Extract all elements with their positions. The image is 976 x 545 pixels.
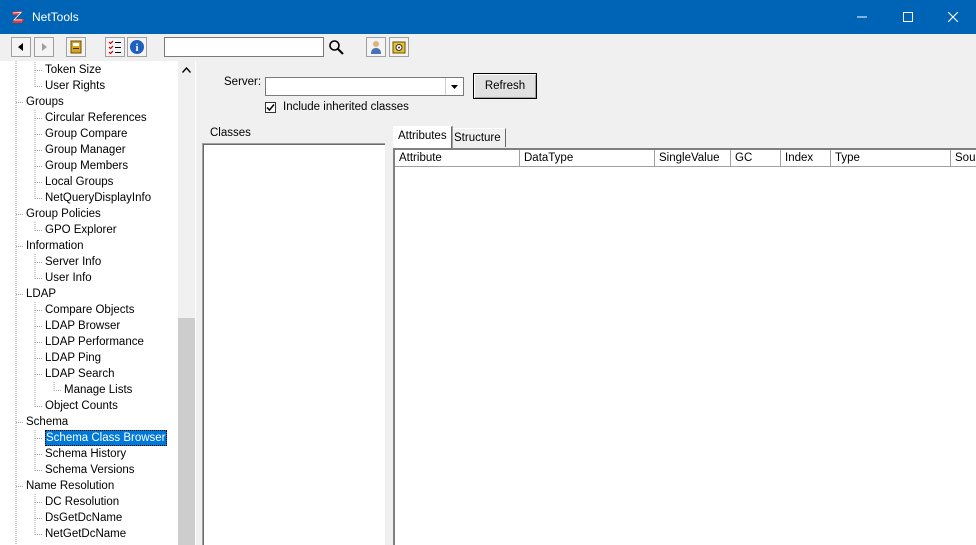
- tab-attributes-label: Attributes: [398, 130, 447, 142]
- info-icon: i: [129, 39, 145, 55]
- info-button[interactable]: i: [127, 37, 147, 57]
- tab-structure[interactable]: Structure: [449, 128, 506, 147]
- tree-item[interactable]: Group Policies: [26, 206, 101, 222]
- forward-button[interactable]: [34, 37, 54, 57]
- maximize-button[interactable]: [885, 0, 931, 34]
- svg-text:i: i: [135, 42, 138, 54]
- search-button[interactable]: [326, 37, 346, 57]
- tree-item[interactable]: Circular References: [45, 110, 147, 126]
- checkmark-icon: [266, 103, 275, 112]
- tree-item[interactable]: User Rights: [45, 78, 105, 94]
- book-button[interactable]: [66, 37, 86, 57]
- column-header-attribute[interactable]: Attribute: [395, 150, 520, 167]
- tree-item[interactable]: DC Resolution: [45, 494, 119, 510]
- dropdown-arrow[interactable]: [445, 78, 463, 95]
- tree-item[interactable]: Object Counts: [45, 398, 118, 414]
- navigation-tree[interactable]: Token Size User Rights Groups Circular Refe…: [0, 61, 178, 545]
- back-button[interactable]: [11, 37, 31, 57]
- tree-item[interactable]: LDAP Ping: [45, 350, 101, 366]
- tree-item[interactable]: User Info: [45, 270, 92, 286]
- tree-item[interactable]: Compare Objects: [45, 302, 134, 318]
- tree-item[interactable]: Server Info: [45, 254, 101, 270]
- server-dropdown[interactable]: [265, 77, 464, 96]
- tree-item[interactable]: Local Groups: [45, 174, 113, 190]
- window-title: NetTools: [32, 10, 79, 24]
- column-header-source[interactable]: Sou: [951, 150, 976, 167]
- book-icon: [68, 39, 84, 55]
- include-inherited-checkbox[interactable]: [265, 102, 276, 113]
- refresh-button[interactable]: Refresh: [473, 73, 537, 99]
- scroll-up-button[interactable]: [178, 61, 195, 78]
- scrollbar-thumb[interactable]: [178, 318, 195, 545]
- tree-item[interactable]: Token Size: [45, 62, 101, 78]
- toolbar: i: [0, 34, 976, 60]
- tree-item[interactable]: NetGetDcName: [45, 526, 126, 542]
- search-icon: [328, 39, 344, 55]
- close-button[interactable]: [930, 0, 976, 34]
- refresh-button-label: Refresh: [485, 80, 525, 92]
- tree-item[interactable]: LDAP Performance: [45, 334, 144, 350]
- checklist-icon: [107, 39, 123, 55]
- tree-item[interactable]: Schema Class Browser: [45, 430, 167, 446]
- title-bar: NetTools: [0, 0, 976, 34]
- minimize-icon: [857, 12, 867, 22]
- tree-scrollbar[interactable]: [178, 61, 195, 545]
- attributes-grid[interactable]: Attribute DataType SingleValue GC Index …: [393, 148, 976, 545]
- classes-list[interactable]: [202, 143, 385, 545]
- forward-icon: [39, 42, 49, 52]
- column-header-type[interactable]: Type: [831, 150, 951, 167]
- back-icon: [16, 42, 26, 52]
- tree-item[interactable]: LDAP Search: [45, 366, 114, 382]
- tree-item[interactable]: GPO Explorer: [45, 222, 117, 238]
- column-header-gc[interactable]: GC: [731, 150, 781, 167]
- tree-item[interactable]: Information: [26, 238, 84, 254]
- user-icon: [368, 39, 384, 55]
- tree-item[interactable]: Schema: [26, 414, 68, 430]
- tree-item[interactable]: Schema Versions: [45, 462, 135, 478]
- tree-item[interactable]: Group Members: [45, 158, 128, 174]
- tree-item[interactable]: Manage Lists: [64, 382, 132, 398]
- close-icon: [948, 12, 958, 22]
- tree-item[interactable]: Schema History: [45, 446, 126, 462]
- settings-icon: [391, 39, 407, 55]
- tree-item[interactable]: DsGetDcName: [45, 510, 122, 526]
- app-logo-icon: [10, 9, 26, 25]
- include-inherited-label: Include inherited classes: [283, 101, 409, 113]
- minimize-button[interactable]: [839, 0, 885, 34]
- chevron-up-icon: [182, 67, 191, 73]
- tab-structure-label: Structure: [454, 132, 501, 144]
- tree-item[interactable]: LDAP: [26, 286, 56, 302]
- search-input[interactable]: [164, 37, 324, 57]
- tree-item[interactable]: NetQueryDisplayInfo: [45, 190, 151, 206]
- tab-attributes[interactable]: Attributes: [393, 126, 452, 148]
- grid-header: Attribute DataType SingleValue GC Index …: [395, 150, 976, 168]
- tree-item[interactable]: Groups: [26, 94, 64, 110]
- tree-item[interactable]: Name Resolution: [26, 478, 114, 494]
- column-header-index[interactable]: Index: [781, 150, 831, 167]
- pane-splitter[interactable]: [195, 61, 196, 545]
- checklist-button[interactable]: [105, 37, 125, 57]
- maximize-icon: [903, 12, 913, 22]
- column-header-singlevalue[interactable]: SingleValue: [655, 150, 731, 167]
- classes-label: Classes: [210, 127, 251, 139]
- tree-item[interactable]: Group Compare: [45, 126, 127, 142]
- chevron-down-icon: [451, 85, 458, 89]
- tree-item[interactable]: Group Manager: [45, 142, 126, 158]
- user-button[interactable]: [366, 37, 386, 57]
- settings-button[interactable]: [389, 37, 409, 57]
- server-label: Server:: [224, 76, 261, 88]
- tree-item[interactable]: LDAP Browser: [45, 318, 120, 334]
- column-header-datatype[interactable]: DataType: [520, 150, 655, 167]
